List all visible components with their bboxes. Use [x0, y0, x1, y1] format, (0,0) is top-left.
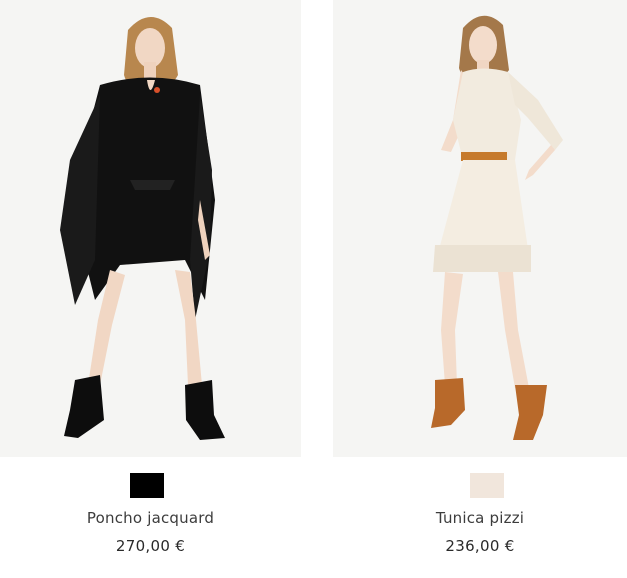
- color-swatch-black[interactable]: [130, 473, 164, 498]
- color-swatch-cream[interactable]: [470, 473, 504, 498]
- product-name[interactable]: Tunica pizzi: [333, 509, 627, 527]
- product-image-poncho[interactable]: [0, 0, 301, 457]
- product-image-tunica[interactable]: [333, 0, 627, 457]
- product-card-poncho[interactable]: Poncho jacquard 270,00 €: [0, 0, 301, 578]
- product-card-tunica[interactable]: Tunica pizzi 236,00 €: [333, 0, 627, 578]
- product-price: 236,00 €: [445, 537, 515, 555]
- product-price: 270,00 €: [115, 537, 186, 555]
- product-name[interactable]: Poncho jacquard: [0, 509, 301, 527]
